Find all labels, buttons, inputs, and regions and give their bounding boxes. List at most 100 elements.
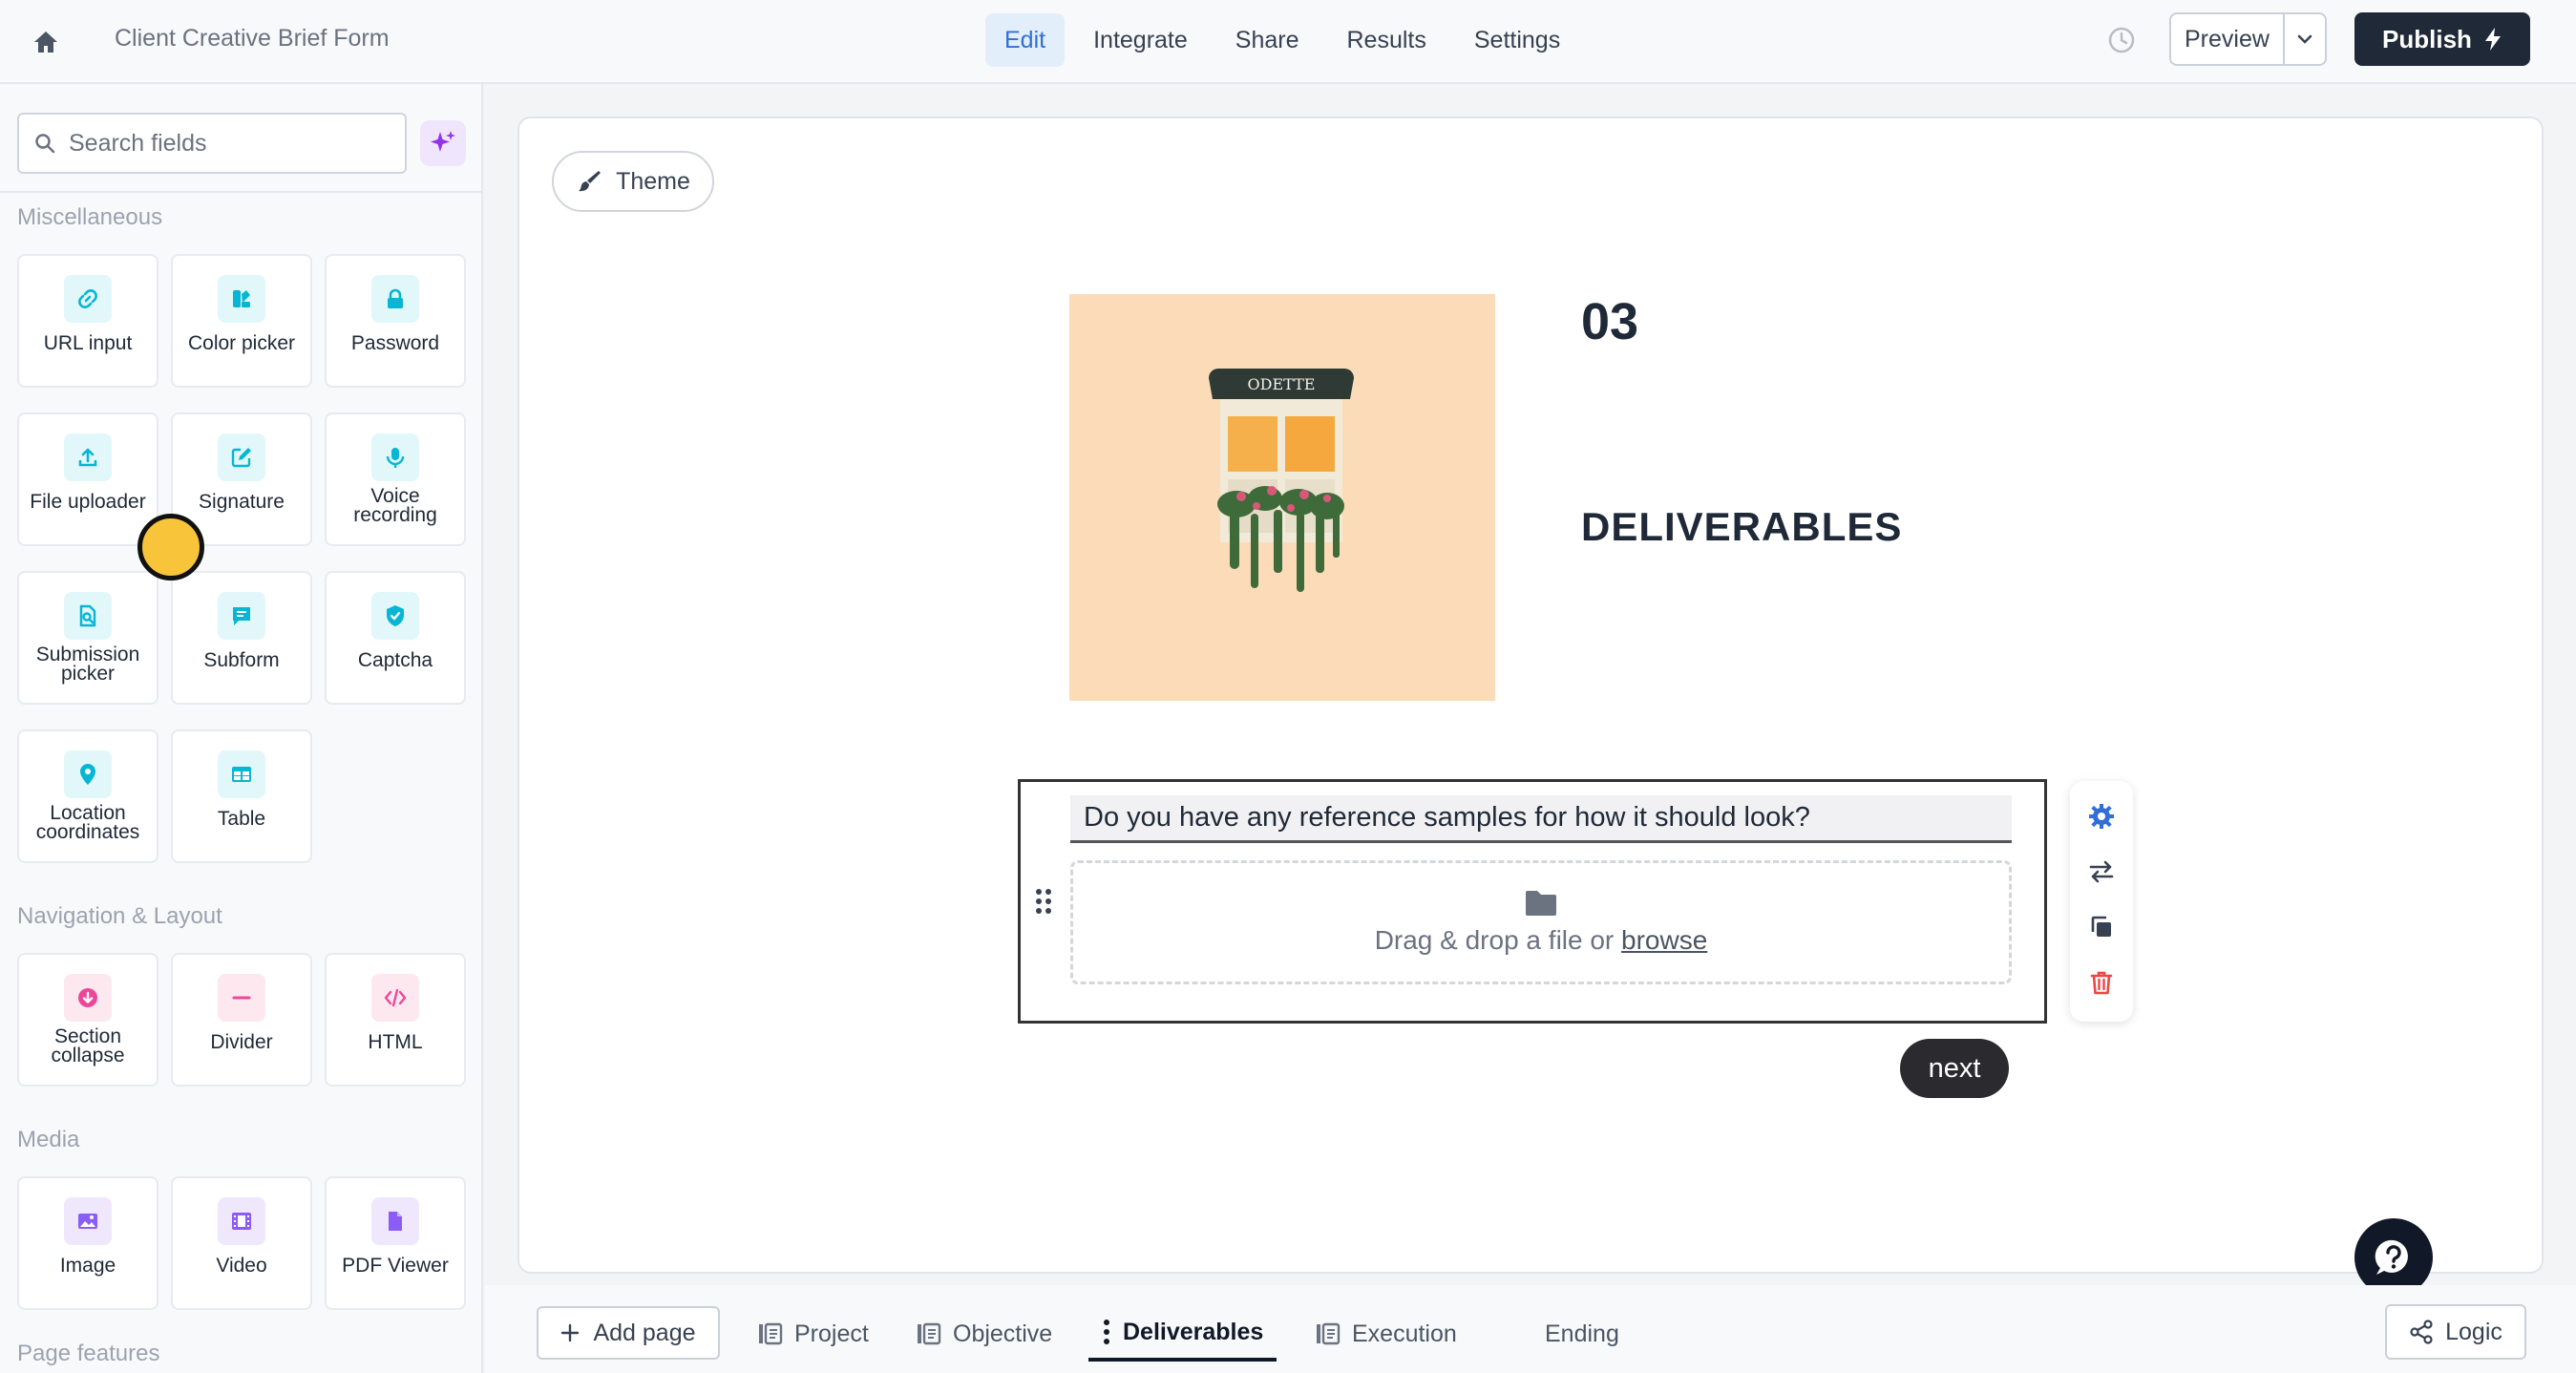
tab-integrate[interactable]: Integrate — [1074, 13, 1207, 67]
file-upload-field[interactable]: Do you have any reference samples for ho… — [1018, 779, 2047, 1024]
sparkles-icon — [431, 131, 455, 152]
tile-label: Location coordinates — [35, 802, 140, 843]
page-heading: DELIVERABLES — [1581, 504, 1903, 549]
field-color-picker[interactable]: Color picker — [171, 254, 312, 388]
preview-button[interactable]: Preview — [2171, 14, 2285, 64]
field-submission-picker[interactable]: Submission picker — [17, 571, 158, 705]
tab-share[interactable]: Share — [1216, 13, 1319, 67]
publish-label: Publish — [2382, 24, 2472, 53]
minus-icon — [218, 974, 265, 1022]
cursor-indicator — [137, 514, 204, 581]
field-section-collapse[interactable]: Section collapse — [17, 953, 158, 1087]
field-divider[interactable]: Divider — [171, 953, 312, 1087]
page-bar: Add page Project Objective Deliverables … — [485, 1285, 2576, 1373]
page-form-icon — [918, 1322, 941, 1345]
logic-label: Logic — [2445, 1318, 2502, 1345]
field-location-coordinates[interactable]: Location coordinates — [17, 729, 158, 863]
field-duplicate-button[interactable] — [2087, 913, 2116, 946]
logic-button[interactable]: Logic — [2385, 1304, 2526, 1360]
ai-assistant-button[interactable] — [420, 120, 466, 166]
home-icon[interactable] — [29, 25, 63, 59]
page-number: 03 — [1581, 293, 1639, 350]
field-voice-recording[interactable]: Voice recording — [325, 412, 466, 546]
page-form-icon — [759, 1322, 783, 1345]
chevron-down-icon — [2297, 34, 2312, 44]
copy-icon — [2091, 916, 2111, 937]
field-settings-button[interactable] — [2087, 802, 2116, 835]
browse-link[interactable]: browse — [1621, 925, 1707, 955]
form-canvas: Theme ODETTE 03 DELIVERABLES Do you have… — [517, 116, 2544, 1297]
file-dropzone[interactable]: Drag & drop a file or browse — [1070, 860, 2012, 984]
search-icon — [35, 134, 55, 154]
field-image[interactable]: Image — [17, 1176, 158, 1310]
search-input[interactable] — [69, 129, 374, 158]
microphone-icon — [371, 433, 419, 481]
tab-settings[interactable]: Settings — [1455, 13, 1579, 67]
publish-button[interactable]: Publish — [2354, 12, 2530, 66]
tile-label: Signature — [199, 491, 285, 513]
search-box — [17, 113, 407, 174]
image-icon — [64, 1197, 112, 1245]
field-html[interactable]: HTML — [325, 953, 466, 1087]
link-icon — [64, 275, 112, 323]
gear-icon — [2089, 803, 2114, 829]
tile-label: Image — [59, 1255, 116, 1277]
page-tab-label: Execution — [1352, 1320, 1457, 1347]
shield-check-icon — [371, 592, 419, 640]
page-form-icon — [1317, 1322, 1341, 1345]
tab-results[interactable]: Results — [1328, 13, 1446, 67]
field-subform[interactable]: Subform — [171, 571, 312, 705]
field-password[interactable]: Password — [325, 254, 466, 388]
field-table[interactable]: Table — [171, 729, 312, 863]
next-button[interactable]: next — [1900, 1039, 2009, 1098]
tile-label: Color picker — [187, 332, 296, 354]
tab-edit[interactable]: Edit — [985, 13, 1066, 67]
question-label[interactable]: Do you have any reference samples for ho… — [1070, 795, 2012, 843]
tile-label: Captcha — [357, 649, 433, 671]
field-url-input[interactable]: URL input — [17, 254, 158, 388]
swap-arrows-icon — [2089, 860, 2114, 882]
tile-label: Submission picker — [35, 644, 140, 685]
field-swap-button[interactable] — [2087, 857, 2116, 891]
field-delete-button[interactable] — [2087, 968, 2116, 1002]
page-tab-project[interactable]: Project — [758, 1306, 869, 1362]
bolt-icon — [2484, 28, 2501, 51]
add-page-button[interactable]: Add page — [537, 1306, 720, 1360]
page-tab-objective[interactable]: Objective — [917, 1306, 1052, 1362]
page-tab-deliverables[interactable]: Deliverables — [1088, 1306, 1277, 1362]
top-bar: Client Creative Brief Form Edit Integrat… — [0, 0, 2576, 84]
film-icon — [218, 1197, 265, 1245]
upload-icon — [64, 433, 112, 481]
field-captcha[interactable]: Captcha — [325, 571, 466, 705]
tile-label: Section collapse — [51, 1025, 125, 1067]
document-icon — [371, 1197, 419, 1245]
folder-icon — [1526, 891, 1556, 916]
field-file-uploader[interactable]: File uploader — [17, 412, 158, 546]
palette-icon — [218, 275, 265, 323]
theme-label: Theme — [616, 167, 690, 195]
tile-label: HTML — [368, 1031, 423, 1053]
page-tab-ending[interactable]: Ending — [1545, 1306, 1619, 1362]
main-nav: Edit Integrate Share Results Settings — [985, 13, 1579, 67]
drag-handle-icon[interactable] — [1034, 887, 1053, 920]
field-toolbar — [2070, 781, 2133, 1022]
theme-button[interactable]: Theme — [552, 151, 714, 212]
form-title[interactable]: Client Creative Brief Form — [115, 25, 390, 53]
sidebar-divider — [0, 191, 481, 193]
document-search-icon — [64, 592, 112, 640]
plus-icon — [561, 1323, 580, 1342]
tile-label: URL input — [43, 332, 133, 354]
more-vertical-icon[interactable] — [1102, 1319, 1111, 1345]
page-tab-label: Objective — [953, 1320, 1053, 1347]
page-tab-execution[interactable]: Execution — [1316, 1306, 1457, 1362]
history-icon[interactable] — [2104, 23, 2139, 57]
field-pdf-viewer[interactable]: PDF Viewer — [325, 1176, 466, 1310]
field-video[interactable]: Video — [171, 1176, 312, 1310]
tile-label: Table — [217, 808, 266, 830]
preview-dropdown-button[interactable] — [2285, 14, 2325, 64]
page-tab-label: Deliverables — [1123, 1318, 1264, 1345]
tile-label: Video — [216, 1255, 267, 1277]
tile-label: Divider — [210, 1031, 273, 1053]
tile-label: PDF Viewer — [342, 1255, 449, 1277]
chat-form-icon — [218, 592, 265, 640]
